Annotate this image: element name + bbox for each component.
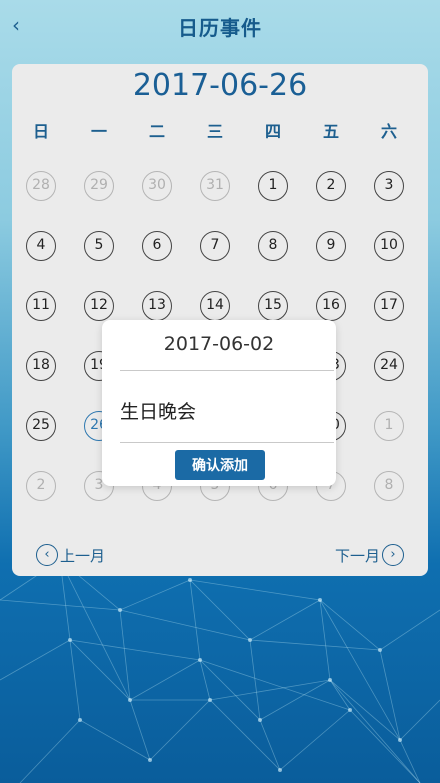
next-month-label: 下一月 — [334, 546, 380, 565]
modal-date: 2017-06-02 — [163, 333, 275, 355]
weekday-label: 六 — [380, 122, 397, 141]
calendar-day[interactable]: 18 — [26, 351, 56, 381]
calendar-day[interactable]: 17 — [374, 291, 404, 321]
event-name-input[interactable] — [120, 380, 334, 436]
calendar-day[interactable]: 13 — [142, 291, 172, 321]
chevron-left-icon[interactable]: ‹ — [6, 10, 26, 40]
calendar-day[interactable]: 9 — [316, 231, 346, 261]
calendar-day[interactable]: 1 — [258, 171, 288, 201]
calendar-day[interactable]: 16 — [316, 291, 346, 321]
confirm-add-button[interactable]: 确认添加 — [175, 450, 265, 480]
calendar-day[interactable]: 11 — [26, 291, 56, 321]
add-event-modal: 2017-06-02 确认添加 — [102, 320, 336, 486]
calendar-day[interactable]: 5 — [84, 231, 114, 261]
prev-month-label: 上一月 — [60, 546, 106, 565]
circle-chevron-left-icon: ‹ — [36, 544, 58, 566]
calendar-day[interactable]: 10 — [374, 231, 404, 261]
calendar-day[interactable]: 4 — [26, 231, 56, 261]
weekday-label: 五 — [322, 122, 339, 141]
calendar-day-other-month[interactable]: 8 — [374, 471, 404, 501]
calendar-day[interactable]: 6 — [142, 231, 172, 261]
weekday-label: 三 — [206, 122, 223, 141]
weekday-label: 四 — [264, 122, 281, 141]
calendar-day[interactable]: 7 — [200, 231, 230, 261]
calendar-day-other-month[interactable]: 1 — [374, 411, 404, 441]
weekday-label: 日 — [32, 122, 49, 141]
calendar-day[interactable]: 12 — [84, 291, 114, 321]
next-month-button[interactable]: 下一月 › — [335, 540, 404, 570]
calendar-day[interactable]: 25 — [26, 411, 56, 441]
calendar-day-other-month[interactable]: 30 — [142, 171, 172, 201]
calendar-day[interactable]: 14 — [200, 291, 230, 321]
calendar-day-other-month[interactable]: 31 — [200, 171, 230, 201]
header-bar: ‹ 日历事件 — [0, 0, 440, 52]
divider — [120, 442, 334, 443]
current-date: 2017-06-26 — [132, 68, 308, 103]
weekday-label: 一 — [90, 122, 107, 141]
calendar-day[interactable]: 24 — [374, 351, 404, 381]
weekday-header: 日一二三四五六 — [12, 118, 428, 146]
calendar-day[interactable]: 8 — [258, 231, 288, 261]
prev-month-button[interactable]: ‹ 上一月 — [36, 540, 105, 570]
circle-chevron-right-icon: › — [382, 544, 404, 566]
calendar-day-other-month[interactable]: 2 — [26, 471, 56, 501]
weekday-label: 二 — [148, 122, 165, 141]
calendar-day-other-month[interactable]: 29 — [84, 171, 114, 201]
page-title: 日历事件 — [178, 15, 262, 40]
calendar-day-other-month[interactable]: 28 — [26, 171, 56, 201]
calendar-day[interactable]: 3 — [374, 171, 404, 201]
month-pager: ‹ 上一月 下一月 › — [12, 540, 428, 570]
calendar-day[interactable]: 2 — [316, 171, 346, 201]
calendar-day[interactable]: 15 — [258, 291, 288, 321]
divider — [120, 370, 334, 371]
